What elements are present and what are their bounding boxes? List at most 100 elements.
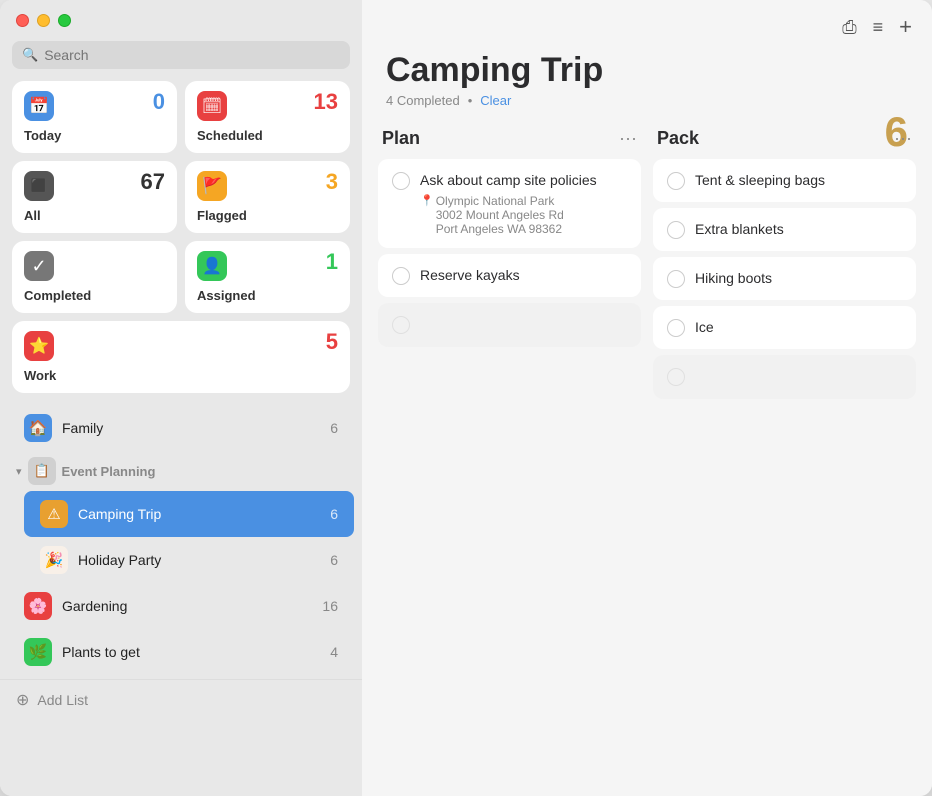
smart-list-today[interactable]: 0 📅 Today [12, 81, 177, 153]
plan-column-title: Plan [382, 128, 420, 149]
list-item-plants-to-get[interactable]: 🌿 Plants to get 4 [8, 629, 354, 675]
task-empty-pack [653, 355, 916, 399]
flagged-count: 3 [326, 169, 338, 195]
add-list-button[interactable]: ⊕ Add List [0, 679, 362, 720]
list-view-icon[interactable]: ≡ [873, 17, 884, 38]
work-icon: ⭐ [24, 331, 54, 361]
list-item-gardening[interactable]: 🌸 Gardening 16 [8, 583, 354, 629]
task-hiking-boots[interactable]: Hiking boots [653, 257, 916, 300]
scheduled-count: 13 [314, 89, 338, 115]
flagged-label: Flagged [197, 208, 338, 223]
add-list-icon: ⊕ [16, 690, 29, 710]
task-checkbox [392, 316, 410, 334]
all-count: 67 [141, 169, 165, 195]
pack-more-icon[interactable]: ··· [894, 128, 912, 149]
list-item-holiday-party[interactable]: 🎉 Holiday Party 6 [24, 537, 354, 583]
task-extra-blankets[interactable]: Extra blankets [653, 208, 916, 251]
task-checkbox[interactable] [667, 172, 685, 190]
smart-list-flagged[interactable]: 3 🚩 Flagged [185, 161, 350, 233]
sidebar: 🔍 0 📅 Today 13 🗓 Scheduled 67 ⬛ All [0, 0, 362, 796]
address-text: Olympic National Park3002 Mount Angeles … [436, 194, 564, 236]
task-text: Tent & sleeping bags [695, 171, 825, 189]
minimize-button[interactable] [37, 14, 50, 27]
list-item-camping-trip[interactable]: ⚠ Camping Trip 6 [24, 491, 354, 537]
task-tent[interactable]: Tent & sleeping bags [653, 159, 916, 202]
camping-trip-count: 6 [330, 506, 338, 522]
page-title: Camping Trip [386, 52, 908, 89]
group-event-planning[interactable]: ▾ 📋 Event Planning [0, 451, 362, 491]
scheduled-label: Scheduled [197, 128, 338, 143]
add-button[interactable]: + [899, 14, 912, 40]
task-address: 📍 Olympic National Park3002 Mount Angele… [420, 194, 597, 236]
today-label: Today [24, 128, 165, 143]
family-count: 6 [330, 420, 338, 436]
task-text: Ice [695, 318, 714, 336]
task-checkbox[interactable] [667, 270, 685, 288]
task-checkbox[interactable] [392, 267, 410, 285]
event-planning-icon: 📋 [28, 457, 56, 485]
task-row: Reserve kayaks [392, 266, 627, 285]
plan-more-icon[interactable]: ··· [619, 128, 637, 149]
main-header: Camping Trip 4 Completed • Clear [362, 48, 932, 116]
search-bar[interactable]: 🔍 [12, 41, 350, 69]
completed-text: 4 Completed [386, 93, 460, 108]
smart-list-all[interactable]: 67 ⬛ All [12, 161, 177, 233]
task-ask-about-campsite[interactable]: Ask about camp site policies 📍 Olympic N… [378, 159, 641, 247]
camping-trip-icon: ⚠ [40, 500, 68, 528]
holiday-party-icon: 🎉 [40, 546, 68, 574]
task-text: Reserve kayaks [420, 266, 520, 284]
pack-column: Pack ··· Tent & sleeping bags [653, 124, 916, 780]
completed-icon: ✓ [24, 251, 54, 281]
plants-icon: 🌿 [24, 638, 52, 666]
main-subtitle: 4 Completed • Clear [386, 93, 908, 108]
assigned-count: 1 [326, 249, 338, 275]
list-item-family[interactable]: 🏠 Family 6 [8, 405, 354, 451]
holiday-party-count: 6 [330, 552, 338, 568]
task-ice[interactable]: Ice [653, 306, 916, 349]
pack-column-title: Pack [657, 128, 699, 149]
all-label: All [24, 208, 165, 223]
titlebar [0, 0, 362, 37]
task-checkbox[interactable] [667, 221, 685, 239]
completed-label: Completed [24, 288, 165, 303]
smart-lists-grid: 0 📅 Today 13 🗓 Scheduled 67 ⬛ All 3 🚩 Fl… [0, 81, 362, 321]
smart-list-scheduled[interactable]: 13 🗓 Scheduled [185, 81, 350, 153]
share-icon[interactable]: ⎙ [842, 17, 856, 38]
plan-column-header: Plan ··· [378, 124, 641, 159]
scheduled-icon: 🗓 [197, 91, 227, 121]
smart-list-assigned[interactable]: 1 👤 Assigned [185, 241, 350, 313]
app-window: 🔍 0 📅 Today 13 🗓 Scheduled 67 ⬛ All [0, 0, 932, 796]
today-count: 0 [153, 89, 165, 115]
task-checkbox [667, 368, 685, 386]
plan-column: Plan ··· Ask about camp site policies 📍 … [378, 124, 641, 780]
smart-list-completed[interactable]: ✓ Completed [12, 241, 177, 313]
main-content: ⎙ ≡ + Camping Trip 4 Completed • Clear 6… [362, 0, 932, 796]
task-row: Ask about camp site policies 📍 Olympic N… [392, 171, 627, 235]
work-count: 5 [326, 329, 338, 355]
assigned-label: Assigned [197, 288, 338, 303]
list-section: 🏠 Family 6 ▾ 📋 Event Planning ⚠ Camping … [0, 401, 362, 796]
close-button[interactable] [16, 14, 29, 27]
fullscreen-button[interactable] [58, 14, 71, 27]
search-input[interactable] [44, 47, 340, 63]
today-icon: 📅 [24, 91, 54, 121]
task-reserve-kayaks[interactable]: Reserve kayaks [378, 254, 641, 297]
add-list-label: Add List [37, 692, 88, 708]
task-text: Ask about camp site policies [420, 171, 597, 189]
family-icon: 🏠 [24, 414, 52, 442]
holiday-party-label: Holiday Party [78, 552, 320, 568]
work-label: Work [24, 368, 338, 383]
smart-list-work[interactable]: 5 ⭐ Work [12, 321, 350, 393]
plants-label: Plants to get [62, 644, 320, 660]
task-checkbox[interactable] [392, 172, 410, 190]
camping-trip-label: Camping Trip [78, 506, 320, 522]
event-planning-label: Event Planning [62, 464, 156, 479]
gardening-count: 16 [322, 598, 338, 614]
family-label: Family [62, 420, 320, 436]
flagged-icon: 🚩 [197, 171, 227, 201]
task-checkbox[interactable] [667, 319, 685, 337]
main-content-wrapper: Camping Trip 4 Completed • Clear 6 Show … [362, 48, 932, 796]
gardening-icon: 🌸 [24, 592, 52, 620]
clear-button[interactable]: Clear [480, 93, 511, 108]
columns-area: Plan ··· Ask about camp site policies 📍 … [362, 116, 932, 796]
